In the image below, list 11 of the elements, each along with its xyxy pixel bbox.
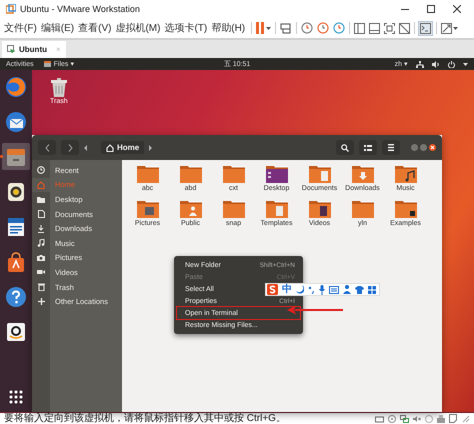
menu-item[interactable]: 帮助(H) — [211, 21, 246, 35]
menu-item[interactable]: 编辑(E) — [40, 21, 74, 35]
status-message: 要将输入定向到该虚拟机，请将鼠标指针移入其中或按 Ctrl+G。 — [4, 413, 287, 424]
path-button[interactable]: Home — [101, 141, 144, 154]
menu-item[interactable]: 查看(V) — [78, 21, 112, 35]
vm-tab[interactable]: Ubuntu × — [2, 41, 66, 58]
input-mode-toggle[interactable]: 中 — [282, 284, 292, 295]
menu-item[interactable]: 选项卡(T) — [164, 21, 208, 35]
window-title: Ubuntu - VMware Workstation — [20, 4, 141, 14]
menu-item[interactable]: 文件(F) — [4, 21, 37, 35]
menu-item[interactable]: 虚拟机(M) — [115, 21, 160, 35]
